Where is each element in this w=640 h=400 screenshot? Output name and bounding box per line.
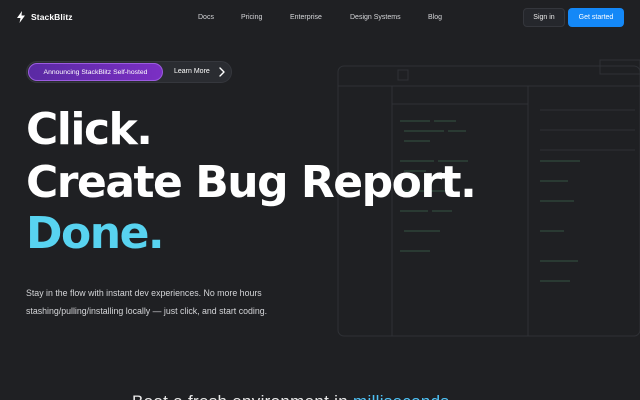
teaser-highlight: milliseconds.: [353, 392, 454, 400]
hero-subtitle: Stay in the flow with instant dev experi…: [26, 285, 326, 320]
announcement-banner[interactable]: Announcing StackBlitz Self-hosted Learn …: [26, 61, 232, 83]
nav-blog[interactable]: Blog: [428, 14, 442, 21]
chevron-right-icon: [219, 67, 225, 77]
section-teaser-heading: Boot a fresh environment in milliseconds…: [132, 392, 454, 400]
learn-more-link[interactable]: Learn More: [174, 68, 210, 75]
nav-enterprise[interactable]: Enterprise: [290, 14, 322, 21]
hero-headline-line-1: Click.: [26, 104, 153, 155]
hero-subtitle-line-1: Stay in the flow with instant dev experi…: [26, 288, 262, 298]
sign-in-button[interactable]: Sign in: [523, 8, 565, 27]
hero-headline-line-3: Done.: [26, 208, 165, 259]
nav-docs[interactable]: Docs: [198, 14, 214, 21]
hero-headline-line-2: Create Bug Report.: [26, 157, 477, 208]
nav-pricing[interactable]: Pricing: [241, 14, 262, 21]
teaser-text: Boot a fresh environment in: [132, 392, 353, 400]
announcement-tag[interactable]: Announcing StackBlitz Self-hosted: [28, 63, 163, 81]
hero-subtitle-line-2: stashing/pulling/installing locally — ju…: [26, 305, 268, 316]
nav-design-systems[interactable]: Design Systems: [350, 14, 401, 21]
top-navigation-bar: StackBlitz Docs Pricing Enterprise Desig…: [0, 0, 640, 36]
get-started-button[interactable]: Get started: [568, 8, 624, 27]
